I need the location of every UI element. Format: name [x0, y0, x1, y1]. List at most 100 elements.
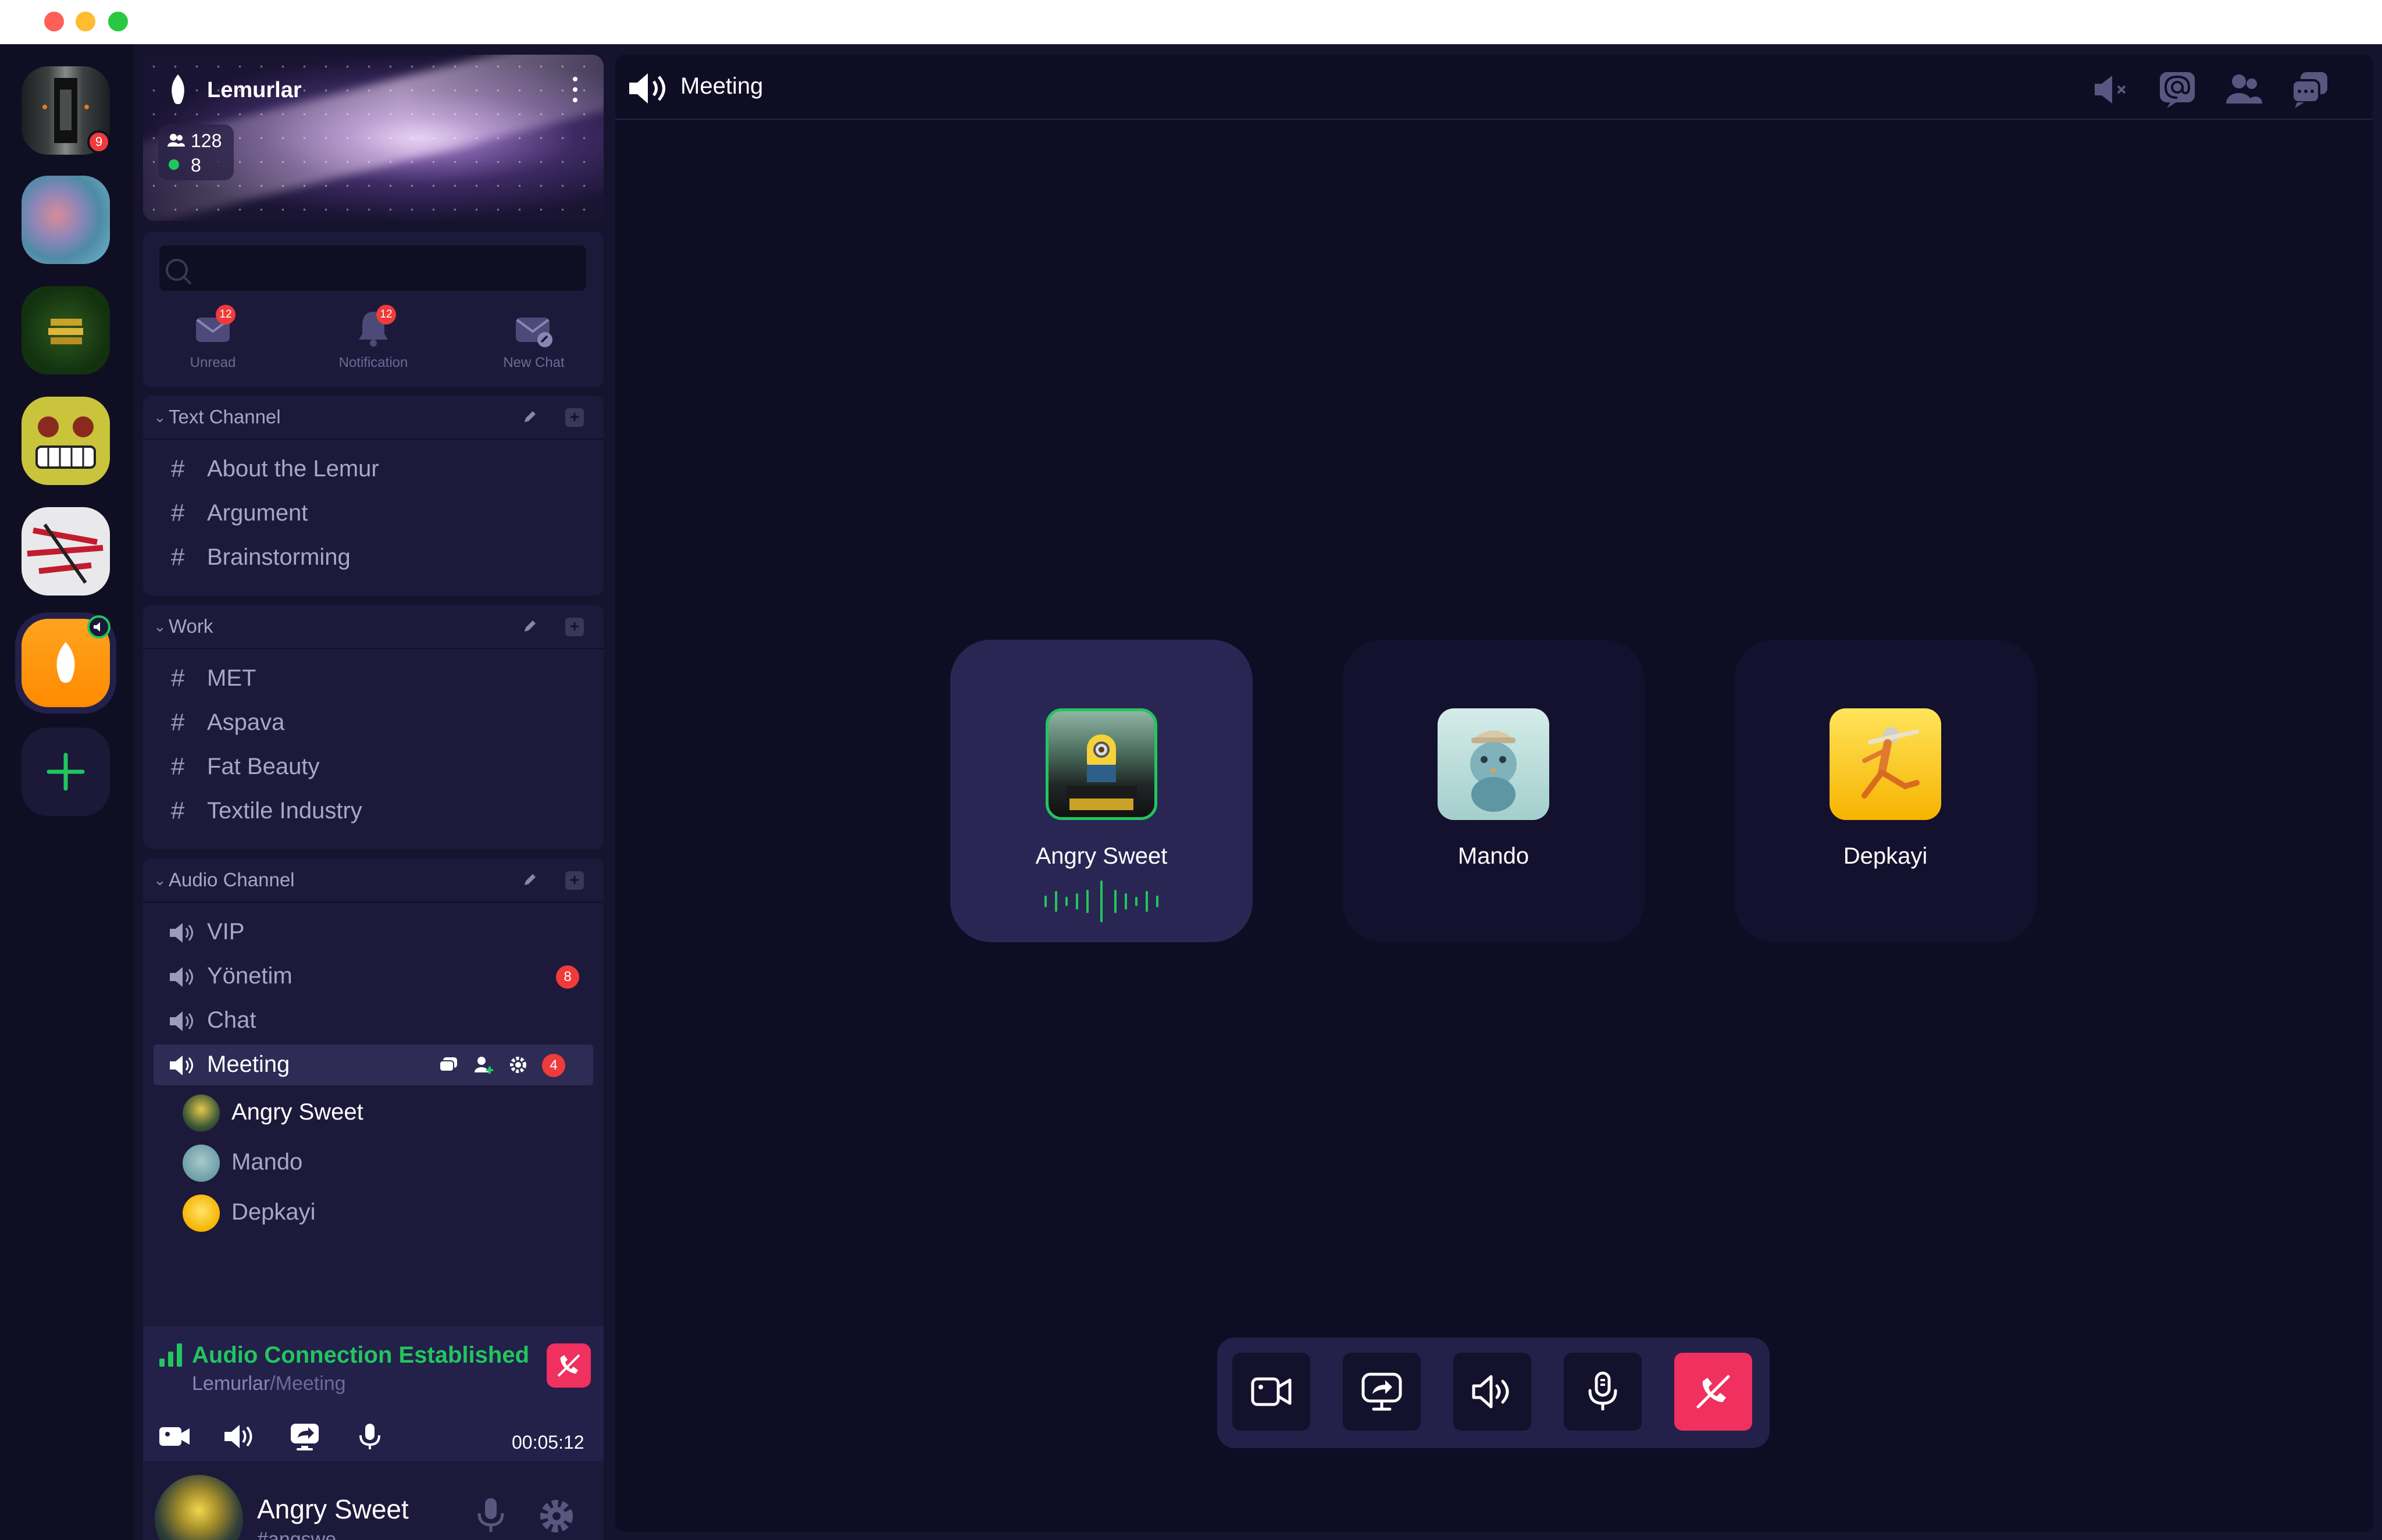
add-server-button[interactable] [22, 728, 110, 816]
server-rail: 9 [0, 44, 134, 1540]
screen-share-icon[interactable] [288, 1421, 321, 1452]
voice-channel-name: Meeting [275, 1373, 346, 1395]
add-channel-button[interactable]: + [565, 871, 584, 890]
unread-button[interactable]: 12 Unread [155, 305, 271, 371]
participant-tile[interactable]: Depkayi [1734, 640, 2037, 942]
voice-member[interactable]: Mando [183, 1139, 532, 1185]
main-header: Meeting [615, 55, 2373, 120]
work-section: ⌄ Work + # MET # Aspava # Fat Beauty # Texti… [143, 605, 604, 849]
channel-badge: 4 [542, 1054, 565, 1077]
voice-path-separator: / [270, 1373, 276, 1395]
add-member-icon[interactable] [473, 1055, 494, 1075]
threads-icon[interactable] [2289, 69, 2331, 110]
participant-tile[interactable]: Angry Sweet [950, 640, 1253, 942]
search-input[interactable] [159, 245, 586, 291]
voice-channel-vip[interactable]: VIP [154, 912, 593, 953]
mute-speaker-icon[interactable] [2090, 69, 2132, 110]
channel-item[interactable]: # About the Lemur [154, 449, 593, 490]
channel-label: About the Lemur [207, 456, 379, 482]
channel-label: Aspava [207, 710, 285, 735]
edit-icon[interactable] [521, 871, 539, 889]
channel-item[interactable]: # MET [154, 658, 593, 699]
channel-item[interactable]: # Textile Industry [154, 791, 593, 832]
participant-tile[interactable]: Mando [1342, 640, 1645, 942]
speaker-button[interactable] [1453, 1353, 1531, 1431]
members-icon [167, 134, 185, 147]
server-red-lines[interactable] [22, 507, 110, 596]
section-title: Audio Channel [169, 869, 295, 890]
mention-icon[interactable] [2156, 69, 2198, 110]
microphone-icon[interactable] [354, 1421, 386, 1452]
microphone-button[interactable] [1564, 1353, 1642, 1431]
member-name: Depkayi [231, 1199, 316, 1225]
avatar [183, 1095, 220, 1132]
disconnect-button[interactable] [547, 1343, 591, 1388]
channel-item[interactable]: # Aspava [154, 703, 593, 743]
member-name: Angry Sweet [231, 1099, 363, 1125]
window-minimize-button[interactable] [76, 12, 95, 31]
participant-avatar [1830, 708, 1941, 820]
participant-avatar [1438, 708, 1549, 820]
camera-button[interactable] [1232, 1353, 1310, 1431]
channel-label: Chat [207, 1007, 256, 1033]
server-yellow-face-image [35, 416, 96, 469]
voice-member[interactable]: Depkayi [183, 1189, 532, 1235]
notification-label: Notification [338, 355, 408, 370]
channel-item[interactable]: # Fat Beauty [154, 747, 593, 787]
server-voice-indicator [87, 615, 110, 639]
channel-label: Argument [207, 500, 308, 526]
speaker-icon [94, 622, 100, 632]
voice-channel-meeting[interactable]: Meeting 4 [154, 1045, 593, 1085]
screen-share-icon [1361, 1373, 1402, 1411]
speaker-icon[interactable] [223, 1421, 256, 1452]
edit-icon[interactable] [521, 408, 539, 426]
mando-figure [1470, 730, 1517, 812]
add-channel-button[interactable]: + [565, 618, 584, 636]
section-header[interactable]: ⌄ Audio Channel + [143, 858, 604, 903]
notification-button[interactable]: 12 Notification [315, 305, 432, 371]
participant-name: Angry Sweet [1035, 843, 1168, 869]
call-timer: 00:05:12 [512, 1432, 584, 1453]
camera-icon[interactable] [158, 1421, 191, 1452]
voice-status-path: Lemurlar/Meeting [192, 1373, 346, 1395]
voice-member[interactable]: Angry Sweet [183, 1089, 532, 1135]
minion-figure [1066, 735, 1137, 810]
new-chat-button[interactable]: New Chat [476, 308, 592, 371]
section-header[interactable]: ⌄ Text Channel + [143, 395, 604, 440]
chat-icon[interactable] [438, 1056, 458, 1074]
unread-label: Unread [190, 355, 236, 370]
screen-share-button[interactable] [1343, 1353, 1421, 1431]
window-close-button[interactable] [44, 12, 64, 31]
server-green-stack[interactable] [22, 286, 110, 375]
add-channel-button[interactable]: + [565, 408, 584, 427]
voice-channel-chat[interactable]: Chat [154, 1000, 593, 1041]
server-gradient-orb[interactable] [22, 176, 110, 264]
hash-icon: # [171, 543, 185, 571]
end-call-button[interactable] [1674, 1353, 1752, 1431]
hang-up-icon [557, 1354, 580, 1377]
page-title: Meeting [680, 73, 764, 99]
main-call-area: Meeting Angry Sweet Mando Depkayi [615, 55, 2373, 1532]
new-chat-icon [516, 318, 552, 347]
app-window: 9 Lemurlar 128 8 12 Unread 12 Notificati… [0, 44, 2382, 1540]
window-maximize-button[interactable] [108, 12, 128, 31]
gear-icon[interactable] [508, 1055, 528, 1075]
avatar [183, 1145, 220, 1182]
voice-channel-yonetim[interactable]: Yönetim 8 [154, 956, 593, 997]
server-yellow-face[interactable] [22, 397, 110, 485]
members-online: 8 [191, 155, 201, 176]
section-header[interactable]: ⌄ Work + [143, 605, 604, 649]
channel-item[interactable]: # Argument [154, 493, 593, 534]
server-menu-icon[interactable] [571, 76, 579, 104]
gear-icon[interactable] [536, 1496, 577, 1537]
call-controls [1217, 1338, 1770, 1448]
members-icon[interactable] [2223, 69, 2265, 110]
avatar[interactable] [155, 1475, 243, 1540]
channel-item[interactable]: # Brainstorming [154, 537, 593, 578]
server-green-stack-image [48, 319, 83, 344]
microphone-icon[interactable] [472, 1496, 509, 1537]
quick-actions-card: 12 Unread 12 Notification New Chat [143, 231, 604, 387]
channel-label: Meeting [207, 1051, 290, 1077]
edit-icon[interactable] [521, 618, 539, 635]
lemur-logo-icon [172, 74, 184, 104]
